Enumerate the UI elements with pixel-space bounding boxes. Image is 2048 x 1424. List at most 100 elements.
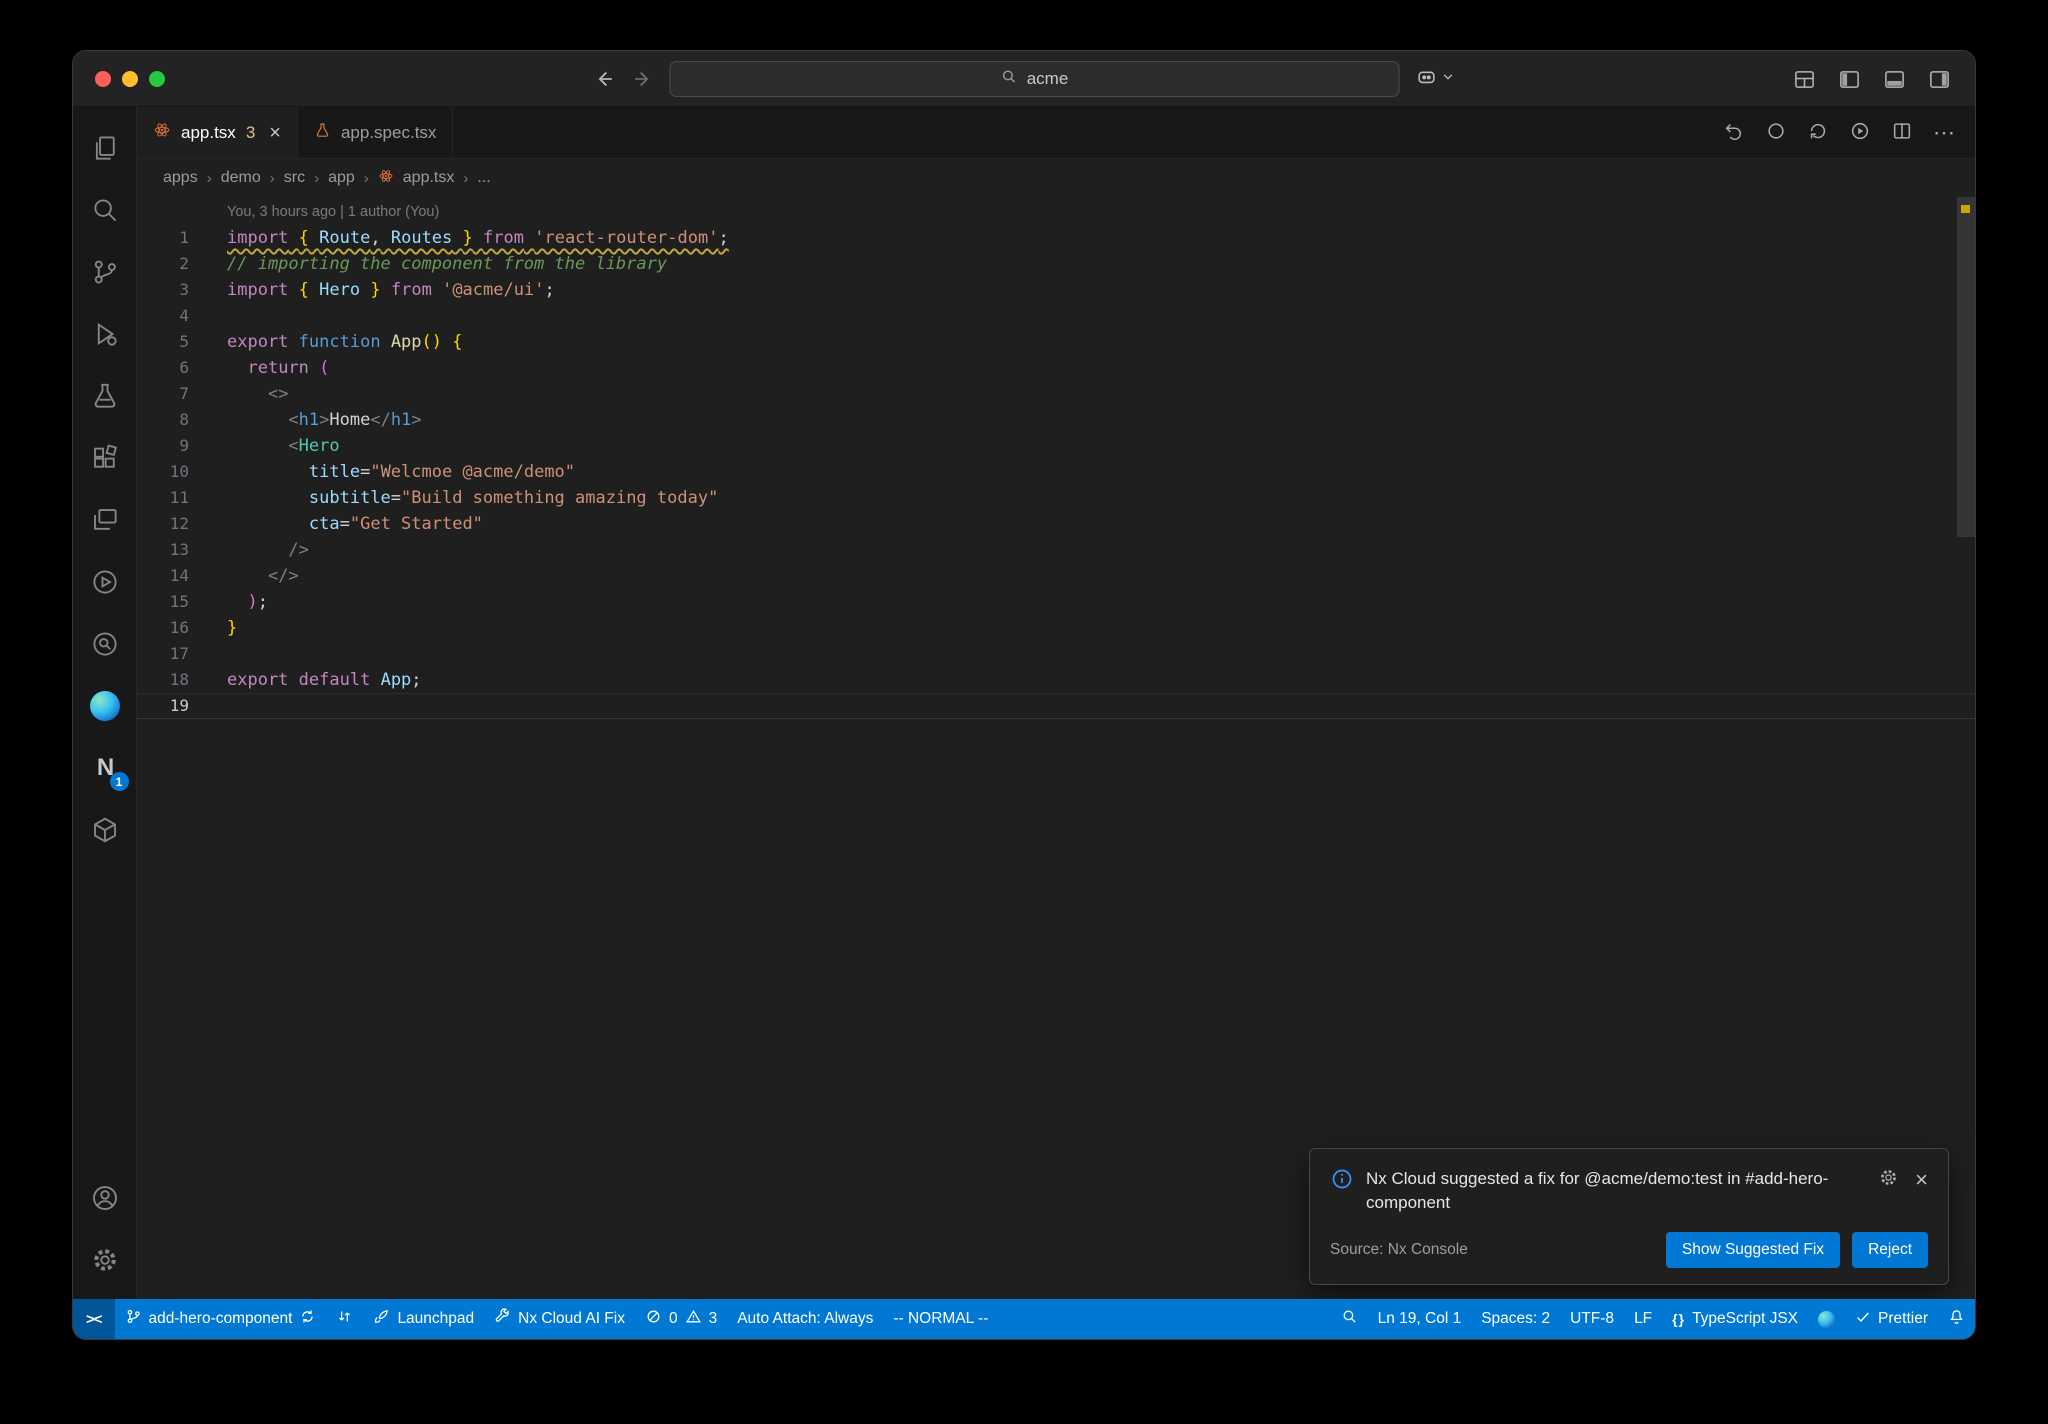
line-content: </> — [267, 566, 299, 586]
code-line-11[interactable]: 11 subtitle="Build something amazing tod… — [137, 485, 1975, 511]
compare-changes-item[interactable] — [326, 1299, 363, 1339]
run-file-icon[interactable] — [1849, 120, 1871, 147]
blame-annotation[interactable]: You, 3 hours ago | 1 author (You) — [137, 199, 1975, 225]
tab-label: app.spec.tsx — [340, 122, 437, 142]
history-forward-button[interactable] — [632, 68, 654, 90]
code-line-9[interactable]: 9 <Hero — [137, 433, 1975, 459]
branch-item[interactable]: add-hero-component — [115, 1299, 327, 1339]
nx-badge: 1 — [109, 772, 129, 791]
notification-settings-icon[interactable] — [1878, 1167, 1899, 1193]
source-control-icon[interactable] — [73, 241, 137, 303]
settings-gear-icon[interactable] — [73, 1229, 137, 1291]
code-line-14[interactable]: 14 </> — [137, 563, 1975, 589]
breadcrumb-item[interactable]: apps — [163, 169, 198, 187]
nx-icon[interactable]: N 1 — [73, 737, 137, 799]
cursor-position-item[interactable]: Ln 19, Col 1 — [1368, 1299, 1472, 1339]
search-icon — [1001, 68, 1018, 90]
toggle-panel-icon[interactable] — [1883, 68, 1906, 91]
code-line-12[interactable]: 12 cta="Get Started" — [137, 511, 1975, 537]
code-line-10[interactable]: 10 title="Welcmoe @acme/demo" — [137, 459, 1975, 485]
close-window-button[interactable] — [95, 70, 111, 87]
explorer-icon[interactable] — [73, 117, 137, 179]
code-line-15[interactable]: 15 ); — [137, 589, 1975, 615]
vim-mode-item[interactable]: -- NORMAL -- — [883, 1299, 998, 1339]
notification-close-icon[interactable]: × — [1915, 1168, 1928, 1191]
window-controls — [95, 70, 165, 87]
code-line-8[interactable]: 8 <h1>Home</h1> — [137, 407, 1975, 433]
code-line-19[interactable]: 19 — [137, 693, 1975, 719]
overview-warning-marker — [1961, 205, 1970, 213]
notifications-bell-item[interactable] — [1938, 1299, 1975, 1339]
toggle-secondary-sidebar-icon[interactable] — [1928, 68, 1951, 91]
language-mode-item[interactable]: {} TypeScript JSX — [1662, 1299, 1808, 1339]
code-line-16[interactable]: 16} — [137, 615, 1975, 641]
indentation-item[interactable]: Spaces: 2 — [1471, 1299, 1560, 1339]
code-line-3[interactable]: 3 import { Hero } from '@acme/ui'; — [137, 277, 1975, 303]
edge-browser-icon — [1818, 1310, 1836, 1328]
breadcrumb-item[interactable]: src — [284, 169, 305, 187]
breadcrumb-item[interactable]: demo — [221, 169, 261, 187]
auto-attach-item[interactable]: Auto Attach: Always — [727, 1299, 883, 1339]
breadcrumb-item[interactable]: app — [328, 169, 355, 187]
toggle-primary-sidebar-icon[interactable] — [1838, 68, 1861, 91]
code-line-17[interactable]: 17 — [137, 641, 1975, 667]
discard-changes-icon[interactable] — [1723, 120, 1745, 147]
problems-item[interactable]: 0 3 — [635, 1299, 727, 1339]
formatter-item[interactable]: Prettier — [1845, 1299, 1938, 1339]
editor[interactable]: You, 3 hours ago | 1 author (You) 1 impor… — [137, 197, 1975, 1299]
split-editor-icon[interactable] — [1891, 120, 1913, 147]
line-content: import { Hero } from '@acme/ui'; — [227, 280, 555, 300]
testing-icon[interactable] — [73, 365, 137, 427]
eol-item[interactable]: LF — [1624, 1299, 1662, 1339]
package-icon[interactable] — [73, 799, 137, 861]
check-icon — [1855, 1309, 1871, 1330]
braces-icon: {} — [1672, 1311, 1686, 1327]
test-flask-icon — [314, 122, 331, 144]
code-line-2[interactable]: 2 // importing the component from the lib… — [137, 251, 1975, 277]
extensions-icon[interactable] — [73, 427, 137, 489]
desktop-background: acme N 1 app.tsx 3 × app.spec.tsx ⋯ apps… — [0, 0, 2048, 1424]
code-line-5[interactable]: 5 export function App() { — [137, 329, 1975, 355]
copilot-menu-button[interactable] — [1416, 65, 1455, 92]
breadcrumb: apps › demo › src › app › app.tsx › ... — [137, 159, 1975, 197]
line-content: title="Welcmoe @acme/demo" — [308, 462, 576, 482]
search-icon[interactable] — [73, 179, 137, 241]
windows-icon[interactable] — [73, 489, 137, 551]
customize-layout-icon[interactable] — [1793, 68, 1816, 91]
zoom-item[interactable] — [1331, 1299, 1368, 1339]
minimize-window-button[interactable] — [122, 70, 138, 87]
account-icon[interactable] — [73, 1167, 137, 1229]
zoom-window-button[interactable] — [149, 70, 165, 87]
launchpad-item[interactable]: Launchpad — [363, 1299, 484, 1339]
compare-changes-icon — [336, 1308, 353, 1330]
breadcrumb-item[interactable]: app.tsx — [403, 169, 455, 187]
reject-button[interactable]: Reject — [1852, 1232, 1928, 1268]
info-icon — [1330, 1167, 1354, 1196]
code-line-13[interactable]: 13 /> — [137, 537, 1975, 563]
history-back-button[interactable] — [594, 68, 616, 90]
code-line-4[interactable]: 4 — [137, 303, 1975, 329]
tab-app-spec-tsx[interactable]: app.spec.tsx — [298, 107, 454, 158]
browser-debug-item[interactable] — [1808, 1299, 1845, 1339]
editor-scrollbar[interactable] — [1957, 197, 1975, 537]
code-line-6[interactable]: 6 return ( — [137, 355, 1975, 381]
remote-indicator[interactable]: >< — [73, 1299, 115, 1339]
command-center-search[interactable]: acme — [669, 60, 1400, 97]
more-actions-icon[interactable]: ⋯ — [1933, 120, 1957, 146]
tab-app-tsx[interactable]: app.tsx 3 × — [137, 107, 298, 158]
toggle-annotation-icon[interactable] — [1765, 120, 1787, 147]
play-circle-icon[interactable] — [73, 551, 137, 613]
show-suggested-fix-button[interactable]: Show Suggested Fix — [1665, 1232, 1841, 1268]
close-tab-icon[interactable]: × — [269, 123, 281, 143]
nx-cloud-ai-fix-item[interactable]: Nx Cloud AI Fix — [484, 1299, 635, 1339]
line-number: 17 — [169, 644, 189, 663]
inspect-icon[interactable] — [73, 613, 137, 675]
run-debug-icon[interactable] — [73, 303, 137, 365]
breadcrumb-item[interactable]: ... — [477, 169, 490, 187]
code-line-18[interactable]: 18 export default App; — [137, 667, 1975, 693]
edge-browser-icon[interactable] — [73, 675, 137, 737]
code-line-1[interactable]: 1 import { Route, Routes } from 'react-ro… — [137, 225, 1975, 251]
rerun-icon[interactable] — [1807, 120, 1829, 147]
code-line-7[interactable]: 7 <> — [137, 381, 1975, 407]
encoding-item[interactable]: UTF-8 — [1560, 1299, 1624, 1339]
